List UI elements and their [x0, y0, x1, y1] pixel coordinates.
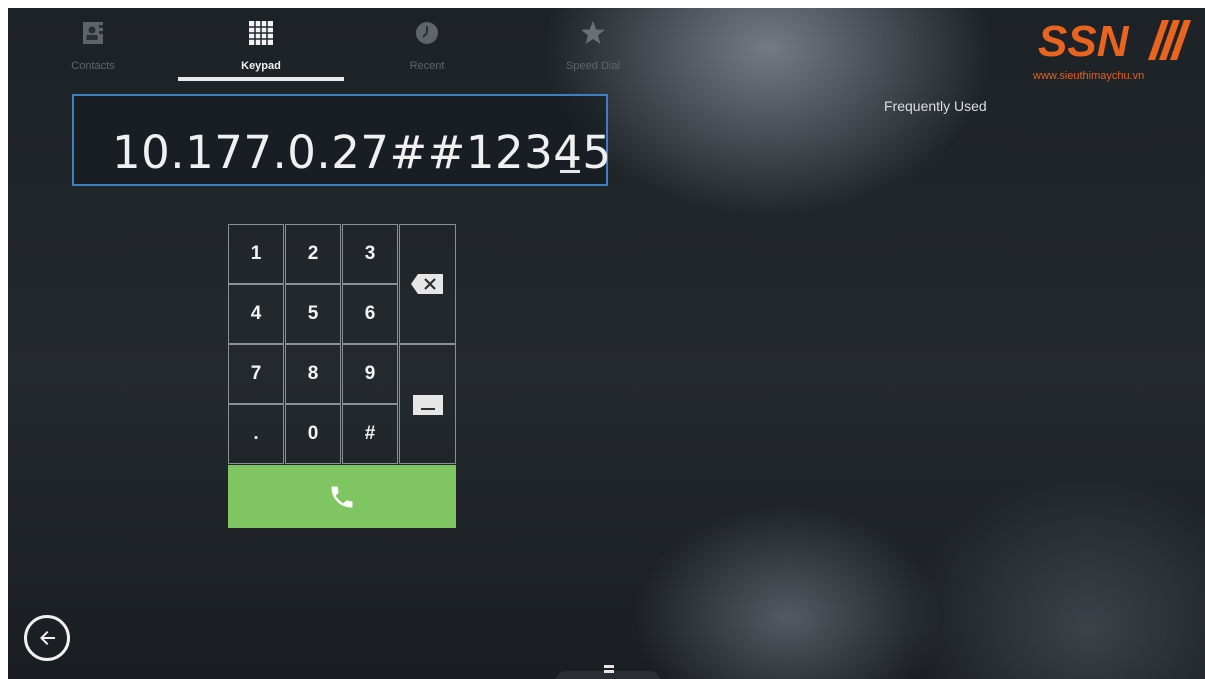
key-7[interactable]: 7 [228, 344, 284, 404]
tab-speed-dial[interactable]: Speed Dial [518, 8, 668, 86]
contacts-icon [83, 22, 103, 44]
call-button[interactable] [228, 465, 456, 528]
tab-bar: Contacts Keypad Recent Speed Dial [8, 8, 668, 86]
key-5[interactable]: 5 [285, 284, 341, 344]
back-button[interactable] [24, 615, 70, 661]
tab-recent[interactable]: Recent [352, 8, 502, 86]
dial-number-field[interactable]: 10.177.0.27##12345 [72, 94, 611, 186]
key-6[interactable]: 6 [342, 284, 398, 344]
key-4[interactable]: 4 [228, 284, 284, 344]
active-tab-indicator [178, 77, 344, 81]
key-9[interactable]: 9 [342, 344, 398, 404]
key-3[interactable]: 3 [342, 224, 398, 284]
keypad: 1 2 3 4 5 6 7 8 9 . 0 # [228, 224, 456, 528]
tab-contacts-label: Contacts [71, 60, 115, 72]
frequently-used-title: Frequently Used [884, 98, 987, 114]
arrow-left-icon [40, 631, 55, 645]
dialer-screen: Contacts Keypad Recent Speed Dial 10.177… [8, 8, 1205, 679]
key-0[interactable]: 0 [285, 404, 341, 464]
key-8[interactable]: 8 [285, 344, 341, 404]
key-2[interactable]: 2 [285, 224, 341, 284]
tab-keypad[interactable]: Keypad [186, 8, 336, 86]
tab-speed-dial-label: Speed Dial [566, 60, 620, 72]
key-hash[interactable]: # [342, 404, 398, 464]
text-cursor [560, 170, 580, 173]
backspace-button[interactable] [399, 224, 456, 344]
tab-contacts[interactable]: Contacts [18, 8, 168, 86]
brand-url: www.sieuthimaychu.vn [1033, 70, 1145, 82]
bottom-handle[interactable] [548, 665, 668, 679]
backspace-icon [411, 274, 443, 294]
ssn-logo: SSN [1038, 17, 1191, 62]
space-button[interactable] [399, 344, 456, 464]
space-icon [413, 395, 443, 415]
phone-icon [331, 486, 353, 508]
key-dot[interactable]: . [228, 404, 284, 464]
tab-recent-label: Recent [409, 60, 445, 72]
key-1[interactable]: 1 [228, 224, 284, 284]
menu-icon [604, 665, 614, 668]
clock-icon [416, 22, 438, 44]
dial-number-text: 10.177.0.27##12345 [112, 126, 612, 179]
ssn-logo-text: SSN [1038, 17, 1130, 62]
tab-keypad-label: Keypad [241, 60, 281, 72]
keypad-icon [249, 21, 273, 45]
star-icon [581, 21, 605, 44]
